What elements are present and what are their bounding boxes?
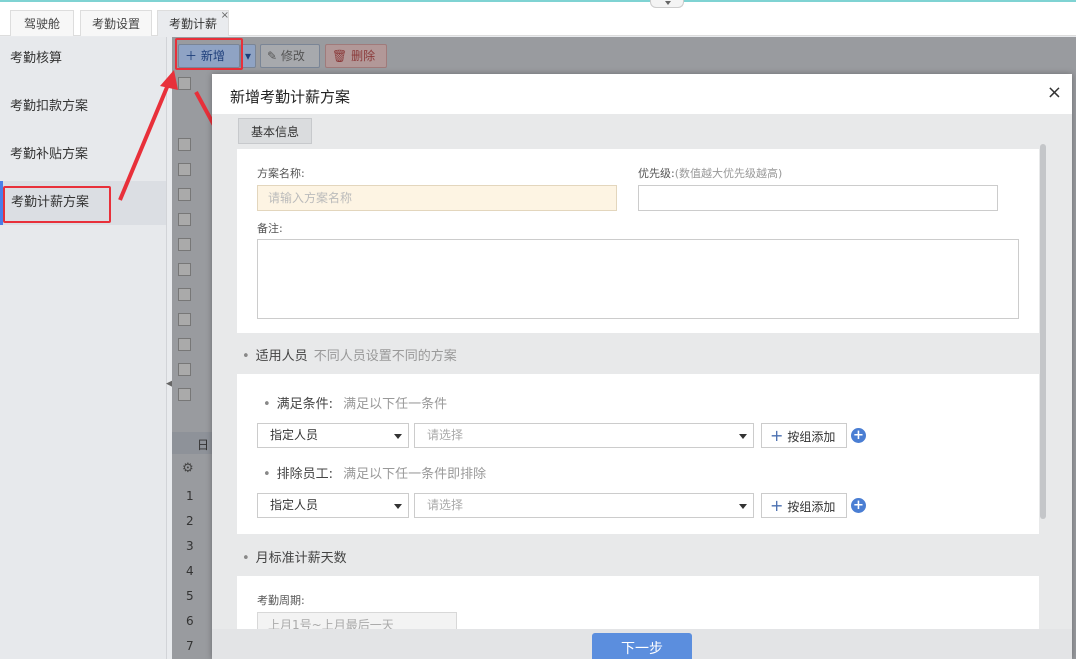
bullet-icon: • (263, 467, 271, 482)
include-label: 满足条件: (276, 397, 334, 412)
bullet-icon: • (242, 551, 250, 566)
include-group-add-label: 按组添加 (787, 430, 836, 444)
dialog-scrollbar[interactable] (1040, 144, 1046, 519)
bullet-icon: • (263, 397, 271, 412)
exclude-type-value: 指定人员 (270, 498, 319, 512)
include-group-add-button[interactable]: + 按组添加 (761, 423, 847, 448)
plan-name-label: 方案名称: (257, 167, 305, 180)
exclude-group-add-label: 按组添加 (787, 500, 836, 514)
include-type-value: 指定人员 (270, 428, 319, 442)
applicable-section-head: • 适用人员 不同人员设置不同的方案 (242, 345, 457, 364)
monthly-title: 月标准计薪天数 (255, 551, 347, 566)
exclude-group-add-button[interactable]: + 按组添加 (761, 493, 847, 518)
dialog-body: 基本信息 方案名称: 请输入方案名称 优先级:(数值越大优先级越高) 备注: •… (212, 114, 1072, 629)
plus-icon: + (770, 496, 784, 515)
annotation-arrow-line (118, 79, 172, 201)
monthly-section-head: • 月标准计薪天数 (242, 547, 347, 566)
monthly-card: 考勤周期: 上月1号~上月最后一天 (237, 576, 1039, 629)
include-hint: 满足以下任一条件 (343, 397, 448, 412)
plan-name-input[interactable]: 请输入方案名称 (257, 185, 617, 211)
include-condition-row: • 满足条件: 满足以下任一条件 (263, 393, 447, 412)
applicable-subtitle: 不同人员设置不同的方案 (313, 349, 457, 364)
exclude-hint: 满足以下任一条件即排除 (343, 467, 487, 482)
period-field: 上月1号~上月最后一天 (257, 612, 457, 629)
priority-hint: (数值越大优先级越高) (674, 167, 783, 180)
new-pay-plan-dialog: 新增考勤计薪方案 × 基本信息 方案名称: 请输入方案名称 优先级:(数值越大优… (212, 74, 1072, 659)
priority-label: 优先级:(数值越大优先级越高) (638, 165, 782, 181)
caret-down-icon (394, 504, 402, 509)
include-target-placeholder: 请选择 (427, 428, 464, 442)
include-target-select[interactable]: 请选择 (414, 423, 754, 448)
exclude-condition-row: • 排除员工: 满足以下任一条件即排除 (263, 463, 486, 482)
include-type-select[interactable]: 指定人员 (257, 423, 409, 448)
exclude-target-select[interactable]: 请选择 (414, 493, 754, 518)
tab-basic-info[interactable]: 基本信息 (238, 118, 312, 144)
dialog-footer: 下一步 (212, 629, 1072, 659)
caret-down-icon (739, 434, 747, 439)
close-icon[interactable]: × (1047, 82, 1062, 103)
exclude-label: 排除员工: (276, 467, 334, 482)
priority-input[interactable] (638, 185, 998, 211)
add-circle-icon[interactable]: + (851, 498, 866, 513)
add-circle-icon[interactable]: + (851, 428, 866, 443)
next-step-button[interactable]: 下一步 (592, 633, 692, 659)
caret-down-icon (394, 434, 402, 439)
period-label: 考勤周期: (257, 594, 305, 607)
priority-label-text: 优先级: (638, 167, 675, 180)
applicable-title: 适用人员 (255, 349, 308, 364)
basic-info-card: 方案名称: 请输入方案名称 优先级:(数值越大优先级越高) 备注: (237, 149, 1039, 333)
remark-label: 备注: (257, 222, 283, 235)
caret-down-icon (739, 504, 747, 509)
plus-icon: + (770, 426, 784, 445)
exclude-target-placeholder: 请选择 (427, 498, 464, 512)
dialog-title: 新增考勤计薪方案 (230, 88, 351, 106)
applicable-card: • 满足条件: 满足以下任一条件 指定人员 请选择 + 按组添加 + • 排除员工: 满足… (237, 374, 1039, 534)
annotation-arrowhead (160, 70, 178, 90)
bullet-icon: • (242, 349, 250, 364)
exclude-type-select[interactable]: 指定人员 (257, 493, 409, 518)
remark-textarea[interactable] (257, 239, 1019, 319)
